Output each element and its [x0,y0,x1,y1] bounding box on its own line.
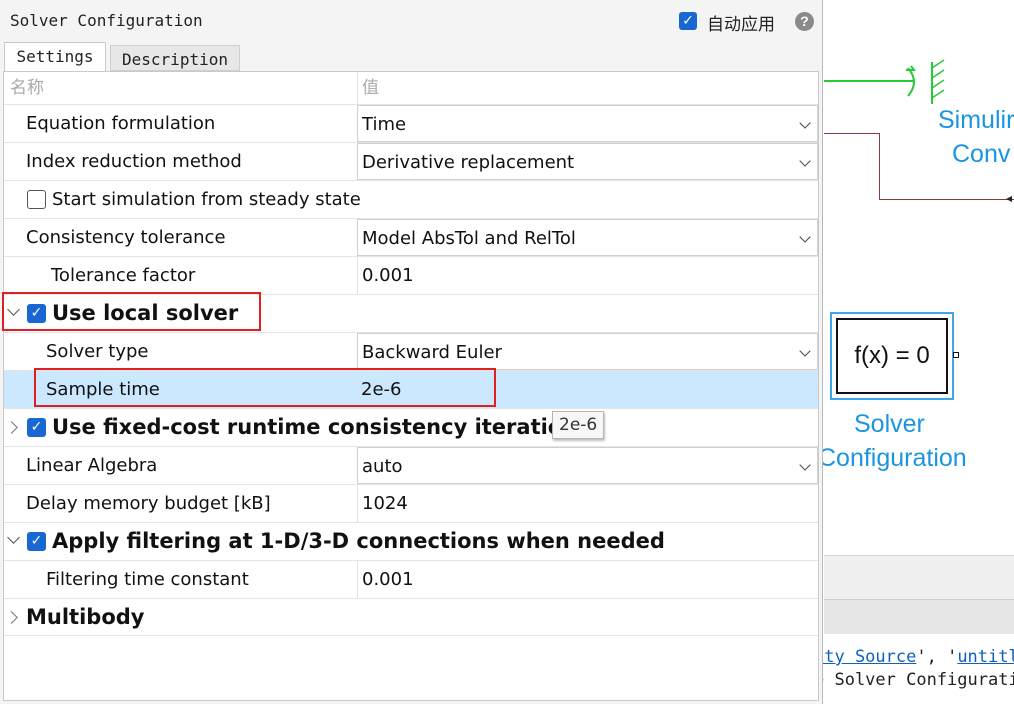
table-row[interactable]: ✓ Use fixed-cost runtime consistency ite… [4,408,818,446]
chevron-down-icon [799,155,811,167]
dropdown-value: auto [362,456,403,477]
table-row[interactable]: Start simulation from steady state [4,180,818,218]
apply-filtering-checkbox[interactable]: ✓ [27,532,46,551]
delay-memory-field[interactable]: 1024 [357,485,818,522]
table-row[interactable]: Delay memory budget [kB] 1024 [4,484,818,522]
tab-description[interactable]: Description [110,45,240,71]
connection-line[interactable] [879,133,880,199]
block-port[interactable] [953,352,959,358]
table-row[interactable]: Index reduction method Derivative replac… [4,142,818,180]
parameter-table: 名称 值 Equation formulation Time Index red… [3,71,819,701]
index-reduction-dropdown[interactable]: Derivative replacement [357,143,818,180]
column-header-value: 值 [362,78,379,98]
table-row[interactable]: Filtering time constant 0.001 [4,560,818,598]
dialog-title: Solver Configuration [10,11,203,30]
row-label: Start simulation from steady state [52,189,361,210]
dropdown-value: Time [362,114,407,135]
dropdown-value: Derivative replacement [362,152,575,173]
solver-block-label: Solver [854,410,925,438]
row-label: Equation formulation [26,113,216,134]
table-row[interactable]: Consistency tolerance Model AbsTol and R… [4,218,818,256]
column-divider[interactable] [357,72,358,104]
row-label: Apply filtering at 1-D/3-D connections w… [52,529,665,553]
table-row[interactable]: Multibody [4,598,818,636]
dialog-titlebar: Solver Configuration ✓ 自动应用 ? [0,0,822,42]
solver-type-dropdown[interactable]: Backward Euler [357,333,818,370]
auto-apply-checkbox[interactable]: ✓ [679,12,697,30]
chevron-down-icon [799,231,811,243]
filtering-time-constant-field[interactable]: 0.001 [357,561,818,598]
table-row[interactable]: Solver type Backward Euler [4,332,818,370]
chevron-down-icon [799,117,811,129]
tolerance-factor-field[interactable]: 0.001 [357,257,818,294]
tab-settings[interactable]: Settings [4,42,106,72]
solver-configuration-block[interactable]: f(x) = 0 [830,312,954,400]
row-label: Tolerance factor [51,265,196,286]
chevron-down-icon [799,459,811,471]
field-value: 2e-6 [361,379,402,400]
field-value: 0.001 [362,265,414,286]
connection-line[interactable] [824,133,880,134]
row-label: Consistency tolerance [26,227,226,248]
help-icon[interactable]: ? [795,12,814,31]
connection-line[interactable] [879,199,1014,200]
command-link[interactable]: ity Source [814,647,916,667]
table-row-selected[interactable]: Sample time 2e-6 [4,370,818,408]
panel-header [824,599,1014,634]
command-window[interactable]: ity Source', 'untitl e Solver Configurat… [814,646,1014,704]
steady-state-checkbox[interactable] [27,190,46,209]
use-local-solver-checkbox[interactable]: ✓ [27,304,46,323]
toolbar-strip [824,555,1014,600]
row-label: Sample time [46,379,160,400]
row-label: Solver type [46,341,149,362]
sample-time-field[interactable]: 2e-6 [357,371,818,408]
row-label: Use local solver [52,301,239,325]
fixed-cost-checkbox[interactable]: ✓ [27,418,46,437]
command-link[interactable]: untitl [957,647,1014,667]
dropdown-value: Backward Euler [362,342,502,363]
consistency-tolerance-dropdown[interactable]: Model AbsTol and RelTol [357,219,818,256]
field-value: 0.001 [362,569,414,590]
row-label: Multibody [26,605,145,629]
command-text: ', ' [916,647,958,667]
field-value: 1024 [362,493,408,514]
ground-symbol-icon [906,59,945,104]
equation-formulation-dropdown[interactable]: Time [357,105,818,142]
arrow-icon [1006,196,1012,202]
table-row[interactable]: Tolerance factor 0.001 [4,256,818,294]
row-label: Delay memory budget [kB] [26,493,271,514]
collapse-arrow-icon[interactable] [7,531,20,544]
property-inspector-dialog: Solver Configuration ✓ 自动应用 ? Settings D… [0,0,823,704]
auto-apply-label[interactable]: 自动应用 [707,10,775,35]
collapse-arrow-icon[interactable] [7,303,20,316]
solver-block-text: f(x) = 0 [836,318,948,394]
chevron-down-icon [799,345,811,357]
table-row[interactable]: ✓ Apply filtering at 1-D/3-D connections… [4,522,818,560]
row-label: Filtering time constant [46,569,249,590]
block-label-simulink: Simulir [938,106,1014,134]
expand-arrow-icon[interactable] [5,611,18,624]
row-label: Use fixed-cost runtime consistency itera… [52,415,590,439]
table-row[interactable]: ✓ Use local solver [4,294,818,332]
value-tooltip: 2e-6 [552,411,605,439]
solver-block-label-2: Configuration [818,444,967,472]
table-row[interactable]: Linear Algebra auto [4,446,818,484]
column-header-name: 名称 [10,78,44,98]
command-text: e Solver Configurati [814,670,1014,690]
dropdown-value: Model AbsTol and RelTol [362,228,576,249]
row-label: Linear Algebra [26,455,158,476]
table-row[interactable]: Equation formulation Time [4,104,818,142]
linear-algebra-dropdown[interactable]: auto [357,447,818,484]
tab-bar: Settings Description [0,42,822,72]
row-label: Index reduction method [26,151,242,172]
expand-arrow-icon[interactable] [5,421,18,434]
block-label-converter: Conv [952,140,1011,168]
